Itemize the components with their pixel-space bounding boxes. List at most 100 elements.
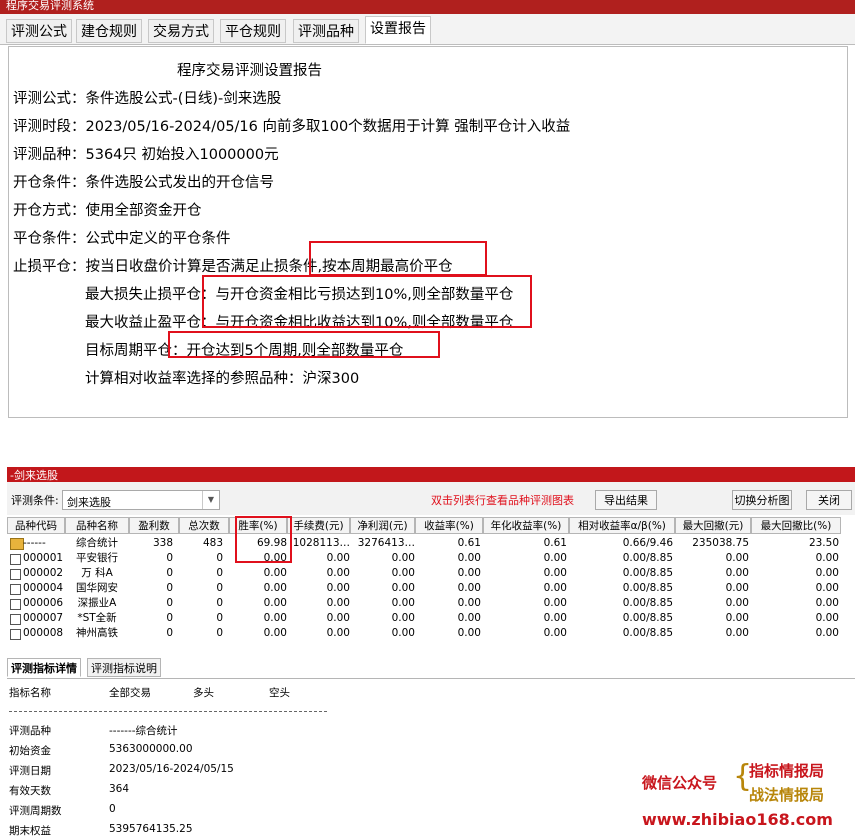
table-cell: 0.00 — [457, 552, 481, 564]
top-window-titlebar: 程序交易评测系统 — [0, 0, 855, 14]
report-open-mode: 开仓方式：使用全部资金开仓 — [13, 203, 202, 219]
indicator-header-name: 指标名称 — [9, 687, 51, 699]
checkbox[interactable] — [10, 554, 21, 565]
table-cell: 0.00 — [725, 582, 749, 594]
indicator-value: -------综合统计 — [109, 725, 178, 737]
condition-select[interactable]: 剑来选股 ▼ — [62, 490, 220, 510]
bottom-window-titlebar: -剑来选股 — [7, 467, 855, 482]
checkbox[interactable] — [10, 584, 21, 595]
tab-trade-mode[interactable]: 交易方式 — [148, 19, 214, 43]
table-cell: 0 — [216, 567, 223, 579]
table-cell: 0.00 — [326, 612, 350, 624]
col-total[interactable]: 总次数 — [179, 517, 229, 534]
table-row[interactable]: 000004 国华网安 0 0 0.00 0.00 0.00 0.00 0.00 0.00/8.8… — [7, 581, 855, 596]
table-cell: 综合统计 — [76, 537, 118, 549]
result-grid-header: 品种代码 品种名称 盈利数 总次数 胜率(%) 手续费(元) 净利润(元) 收益… — [7, 517, 855, 535]
watermark-label: 微信公众号 — [642, 774, 718, 792]
table-cell: 0.00 — [457, 567, 481, 579]
table-cell: 0.00/8.85 — [622, 627, 673, 639]
tab-symbols[interactable]: 评测品种 — [293, 19, 359, 43]
checkbox[interactable] — [10, 614, 21, 625]
report-symbols: 评测品种：5364只 初始投入1000000元 — [13, 147, 279, 163]
table-cell: 0.00 — [725, 567, 749, 579]
table-cell: 0.00/8.85 — [622, 552, 673, 564]
tab-build-rules[interactable]: 建仓规则 — [76, 19, 142, 43]
table-cell: 338 — [152, 537, 173, 549]
table-cell: 0.00 — [815, 597, 839, 609]
table-cell: 0 — [166, 552, 173, 564]
table-cell: 0.00 — [263, 612, 287, 624]
close-button[interactable]: 关闭 — [806, 490, 852, 510]
table-cell: 0.00 — [543, 552, 567, 564]
table-cell: 0 — [216, 597, 223, 609]
condition-select-value: 剑来选股 — [67, 496, 111, 509]
highlight-box — [168, 331, 440, 358]
col-wins[interactable]: 盈利数 — [129, 517, 179, 534]
table-cell: 0 — [216, 627, 223, 639]
table-cell: 0.66/9.46 — [622, 537, 673, 549]
tab-indicator-explain[interactable]: 评测指标说明 — [87, 658, 161, 677]
table-cell: ------ — [23, 537, 46, 549]
table-cell: 0.00/8.85 — [622, 597, 673, 609]
table-cell: 0.00 — [457, 597, 481, 609]
divider — [9, 711, 327, 712]
col-code[interactable]: 品种代码 — [7, 517, 65, 534]
col-relative-return[interactable]: 相对收益率α/β(%) — [569, 517, 675, 534]
table-cell: 0.00 — [263, 567, 287, 579]
col-max-drawdown[interactable]: 最大回撤(元) — [675, 517, 751, 534]
table-cell: 万 科A — [81, 567, 113, 579]
chevron-down-icon[interactable]: ▼ — [202, 491, 219, 509]
tab-formula[interactable]: 评测公式 — [6, 19, 72, 43]
table-cell: 0.61 — [543, 537, 567, 549]
switch-chart-button[interactable]: 切换分析图 — [732, 490, 792, 510]
tab-close-rules[interactable]: 平仓规则 — [220, 19, 286, 43]
condition-label: 评测条件: — [11, 494, 59, 507]
col-name[interactable]: 品种名称 — [65, 517, 129, 534]
table-cell: 0.00 — [457, 627, 481, 639]
checkbox[interactable] — [10, 569, 21, 580]
table-cell: 0.00 — [725, 597, 749, 609]
table-cell: 000008 — [23, 627, 64, 639]
table-row[interactable]: 000007 *ST全新 0 0 0.00 0.00 0.00 0.00 0.00 0.00/8.… — [7, 611, 855, 626]
table-cell: 0.00 — [326, 582, 350, 594]
table-row[interactable]: 000001 平安银行 0 0 0.00 0.00 0.00 0.00 0.00 0.00/8.8… — [7, 551, 855, 566]
table-row[interactable]: 000008 神州高铁 0 0 0.00 0.00 0.00 0.00 0.00 0.00/8.8… — [7, 626, 855, 641]
col-net-profit[interactable]: 净利润(元) — [350, 517, 415, 534]
table-cell: 0.00 — [815, 552, 839, 564]
report-formula: 评测公式：条件选股公式-(日线)-剑来选股 — [13, 91, 282, 107]
col-fee[interactable]: 手续费(元) — [287, 517, 350, 534]
table-row[interactable]: 000006 深振业A 0 0 0.00 0.00 0.00 0.00 0.00 0.00/8.8… — [7, 596, 855, 611]
table-cell: 0.00 — [391, 597, 415, 609]
tab-indicator-detail[interactable]: 评测指标详情 — [7, 658, 81, 677]
col-annual-return[interactable]: 年化收益率(%) — [483, 517, 569, 534]
checkbox[interactable] — [10, 629, 21, 640]
table-cell: 0.00 — [391, 552, 415, 564]
indicator-name: 评测品种 — [9, 725, 51, 737]
checkbox[interactable] — [10, 599, 21, 610]
table-cell: 3276413… — [357, 537, 415, 549]
indicator-name: 评测周期数 — [9, 805, 62, 817]
summary-row[interactable]: ------ 综合统计 338 483 69.98 1028113… 3276413… 0.6… — [7, 536, 855, 551]
top-window-title: 程序交易评测系统 — [6, 0, 94, 12]
table-cell: 神州高铁 — [76, 627, 118, 639]
result-toolbar: 评测条件: 剑来选股 ▼ 双击列表行查看品种评测图表 导出结果 切换分析图 关闭 — [7, 482, 855, 515]
table-cell: 0.00 — [263, 582, 287, 594]
col-max-drawdown-ratio[interactable]: 最大回撤比(%) — [751, 517, 841, 534]
table-cell: 0.00 — [543, 612, 567, 624]
report-heading: 程序交易评测设置报告 — [177, 63, 322, 79]
table-cell: 0.61 — [457, 537, 481, 549]
watermark-line2: 战法情报局 — [749, 786, 825, 804]
table-cell: 0 — [216, 582, 223, 594]
indicator-name: 有效天数 — [9, 785, 51, 797]
tab-report-settings[interactable]: 设置报告 — [365, 16, 431, 44]
table-cell: 0.00 — [326, 597, 350, 609]
table-cell: 0.00 — [326, 627, 350, 639]
table-row[interactable]: 000002 万 科A 0 0 0.00 0.00 0.00 0.00 0.00 0.00/8.8… — [7, 566, 855, 581]
table-cell: 0.00/8.85 — [622, 567, 673, 579]
export-button[interactable]: 导出结果 — [595, 490, 657, 510]
table-cell: 0.00/8.85 — [622, 582, 673, 594]
table-cell: 0.00 — [815, 612, 839, 624]
table-cell: 国华网安 — [76, 582, 118, 594]
col-return[interactable]: 收益率(%) — [415, 517, 483, 534]
table-cell: 0.00 — [326, 567, 350, 579]
